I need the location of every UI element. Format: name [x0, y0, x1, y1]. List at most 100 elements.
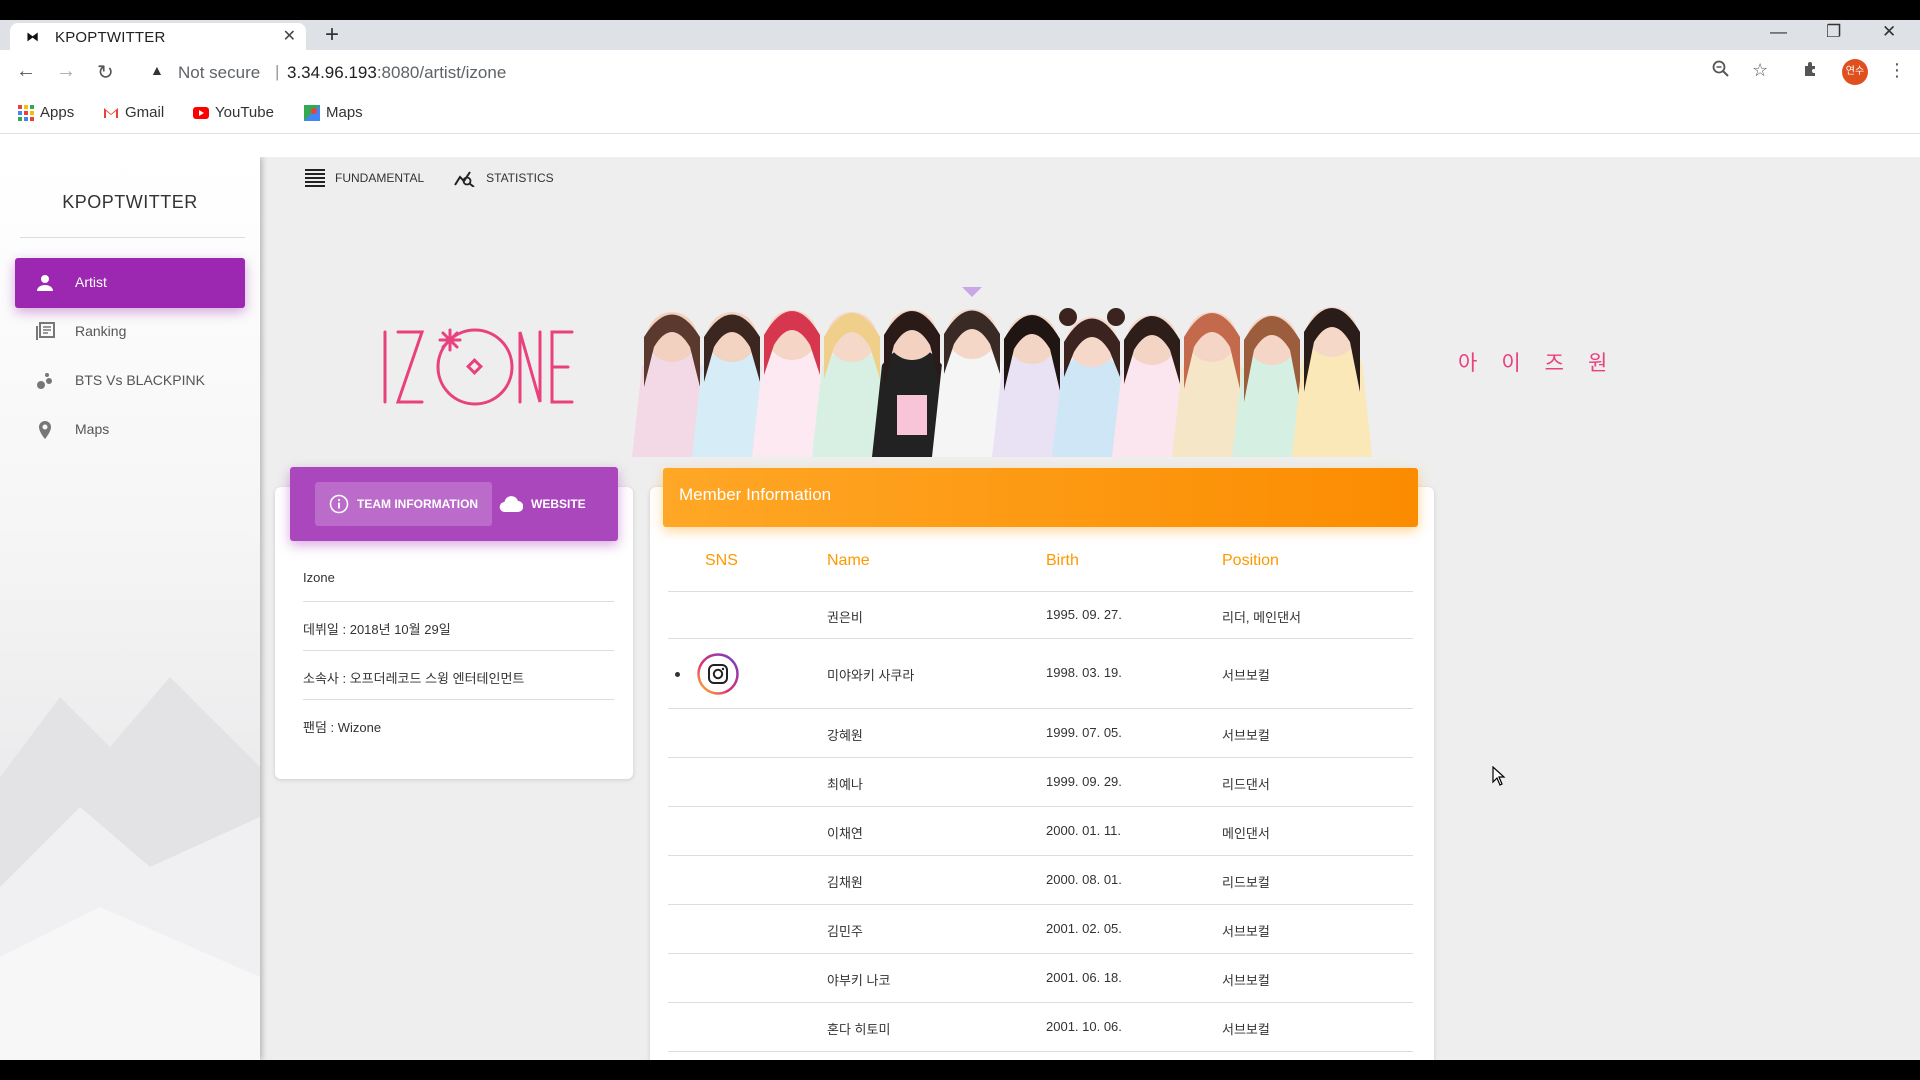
url-host: 3.34.96.193 [287, 63, 377, 82]
member-position: 리드댄서 [1222, 777, 1270, 792]
url-separator: | [275, 62, 280, 81]
col-name: Name [827, 552, 870, 569]
agency-row: 소속사 : 오프더레코드 스윙 엔터테인먼트 [303, 651, 614, 700]
col-birth: Birth [1046, 552, 1079, 569]
not-secure-label[interactable]: Not secure [178, 63, 260, 83]
bookmark-youtube[interactable]: YouTube [193, 104, 274, 121]
bookmarks-bar: Apps Gmail YouTube Maps [0, 96, 1920, 134]
sidebar: KPOPTWITTER Artist Ranking BTS Vs BLACKP… [0, 157, 260, 1060]
sidebar-item-maps[interactable]: Maps [15, 405, 245, 455]
team-card-header: TEAM INFORMATION WEBSITE [290, 467, 618, 541]
zoom-icon[interactable] [1712, 60, 1730, 83]
member-birth: 2000. 08. 01. [1046, 872, 1122, 887]
close-window-icon[interactable]: ✕ [1882, 22, 1896, 42]
browser-tab[interactable]: ⧓ KPOPTWITTER ✕ [10, 23, 306, 50]
table-row: 이채연 2000. 01. 11. 메인댄서 [668, 807, 1413, 856]
member-position: 서브보컬 [1222, 1022, 1270, 1037]
extensions-icon[interactable] [1802, 60, 1820, 83]
table-row: 권은비 1995. 09. 27. 리더, 메인댄서 [668, 592, 1413, 639]
member-name: 야부키 나코 [827, 973, 891, 988]
bookmark-maps[interactable]: Maps [304, 104, 363, 121]
gmail-icon [104, 107, 118, 118]
member-birth: 2000. 01. 11. [1046, 823, 1121, 838]
member-birth: 1998. 03. 19. [1046, 665, 1122, 680]
member-position: 서브보컬 [1222, 728, 1270, 743]
tab-team-information[interactable]: TEAM INFORMATION [315, 482, 493, 526]
member-name: 최예나 [827, 777, 863, 792]
url-field[interactable]: 3.34.96.193:8080/artist/izone [287, 63, 506, 83]
group-photo [632, 287, 1372, 457]
url-rest: :8080/artist/izone [376, 63, 507, 82]
screen: ⧓ KPOPTWITTER ✕ + — ❐ ✕ ← → ↻ ▲ Not secu… [0, 0, 1920, 1080]
query-stats-icon [454, 171, 475, 187]
library-icon [36, 322, 55, 340]
bookmark-star-icon[interactable]: ☆ [1752, 60, 1768, 81]
list-bullet [675, 672, 680, 677]
nav-statistics[interactable]: STATISTICS [454, 169, 554, 187]
new-tab-icon[interactable]: + [325, 21, 339, 49]
col-position: Position [1222, 552, 1279, 569]
fandom-row: 팬덤 : Wizone [303, 720, 382, 735]
member-name: 강혜원 [827, 728, 863, 743]
person-icon [37, 275, 53, 291]
member-name: 이채연 [827, 826, 863, 841]
table-row: 김채원 2000. 08. 01. 리드보컬 [668, 856, 1413, 905]
sidebar-item-artist[interactable]: Artist [15, 258, 245, 308]
member-name: 권은비 [827, 610, 863, 625]
table-row: 강혜원 1999. 07. 05. 서브보컬 [668, 709, 1413, 758]
instagram-icon[interactable] [697, 653, 739, 695]
member-birth: 2001. 06. 18. [1046, 970, 1122, 985]
member-birth: 1999. 09. 29. [1046, 774, 1122, 789]
list-icon [305, 169, 325, 187]
more-menu-icon[interactable]: ⋮ [1888, 60, 1906, 81]
nav-fundamental-label: FUNDAMENTAL [335, 171, 425, 185]
bubble-chart-icon [37, 373, 52, 389]
tab-strip: ⧓ KPOPTWITTER ✕ + — ❐ ✕ [0, 20, 1920, 50]
forward-icon[interactable]: → [56, 60, 76, 83]
izone-hangul: 아이즈원 [1458, 352, 1632, 375]
bookmark-gmail-label: Gmail [125, 104, 165, 121]
back-icon[interactable]: ← [16, 60, 36, 83]
table-row: 미야와키 사쿠라 1998. 03. 19. 서브보컬 [668, 639, 1413, 709]
bookmark-gmail[interactable]: Gmail [103, 104, 164, 121]
restore-icon[interactable]: ❐ [1826, 22, 1841, 42]
tab-team-information-label: TEAM INFORMATION [357, 497, 479, 511]
youtube-icon [193, 106, 209, 119]
izone-logo [383, 328, 574, 406]
bookmark-maps-label: Maps [326, 104, 363, 121]
sidebar-brand[interactable]: KPOPTWITTER [0, 192, 260, 213]
member-name: 김채원 [827, 875, 863, 890]
page: KPOPTWITTER Artist Ranking BTS Vs BLACKP… [0, 157, 1920, 1060]
member-figures [632, 287, 1372, 457]
member-birth: 2001. 10. 06. [1046, 1019, 1122, 1034]
bookmark-apps-label: Apps [40, 104, 75, 121]
bookmark-apps[interactable]: Apps [18, 104, 74, 121]
member-card-header: Member Information [663, 468, 1418, 527]
table-row: 김민주 2001. 02. 05. 서브보컬 [668, 905, 1413, 954]
cloud-icon [499, 496, 523, 512]
profile-avatar[interactable]: 연수 [1842, 59, 1868, 85]
sidebar-item-label: Artist [75, 274, 107, 290]
location-pin-icon [39, 421, 51, 439]
sidebar-item-bts-vs-blackpink[interactable]: BTS Vs BLACKPINK [15, 356, 245, 406]
member-position: 서브보컬 [1222, 924, 1270, 939]
mountain-background [0, 677, 260, 1060]
member-position: 서브보컬 [1222, 973, 1270, 988]
debut-date-row: 데뷔일 : 2018년 10월 29일 [303, 602, 614, 651]
table-row: 최예나 1999. 09. 29. 리드댄서 [668, 758, 1413, 807]
apps-grid-icon [18, 104, 34, 121]
reload-icon[interactable]: ↻ [97, 60, 114, 85]
member-birth: 1999. 07. 05. [1046, 725, 1122, 740]
member-table-header: SNS Name Birth Position [668, 552, 1413, 592]
member-position: 메인댄서 [1222, 826, 1270, 841]
minimize-icon[interactable]: — [1770, 22, 1787, 42]
sidebar-item-label: BTS Vs BLACKPINK [75, 372, 205, 388]
close-tab-icon[interactable]: ✕ [283, 26, 296, 46]
warning-icon[interactable]: ▲ [150, 62, 164, 78]
tab-title: KPOPTWITTER [55, 29, 166, 46]
tab-website[interactable]: WEBSITE [485, 482, 600, 526]
maps-icon [304, 104, 320, 121]
member-position: 리더, 메인댄서 [1222, 610, 1301, 625]
nav-fundamental[interactable]: FUNDAMENTAL [305, 169, 424, 187]
sidebar-item-ranking[interactable]: Ranking [15, 307, 245, 357]
